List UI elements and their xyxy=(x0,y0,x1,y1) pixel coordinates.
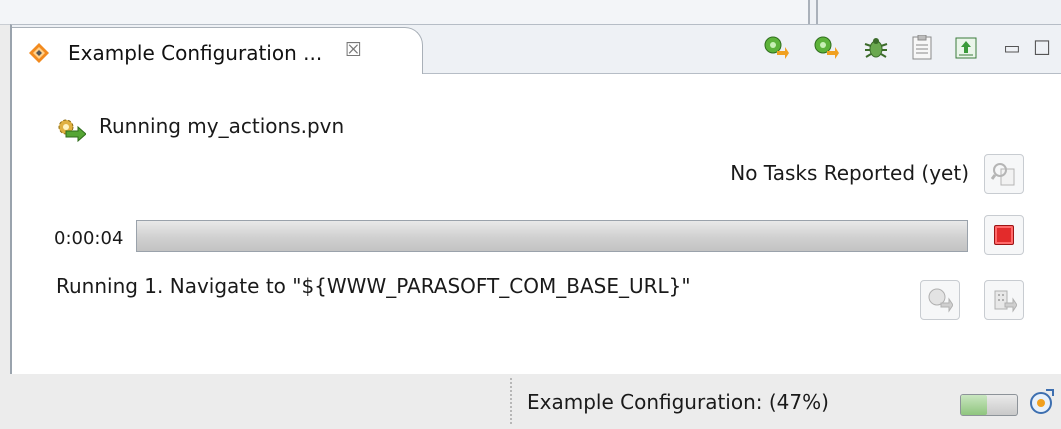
run-progress-fill xyxy=(137,221,967,251)
run-icon[interactable] xyxy=(762,34,790,62)
debug-icon[interactable] xyxy=(862,34,890,62)
elapsed-time: 0:00:04 xyxy=(54,228,124,249)
run-alt-icon[interactable] xyxy=(812,34,840,62)
maximize-icon[interactable]: ☐ xyxy=(1028,34,1056,62)
step-skip-icon xyxy=(994,290,1017,313)
step-run-button[interactable] xyxy=(920,280,960,320)
running-file-label: Running my_actions.pvn xyxy=(99,114,345,138)
tab-title: Example Configuration ... xyxy=(68,41,323,65)
step-skip-button[interactable] xyxy=(984,280,1024,320)
running-gear-icon xyxy=(58,119,86,143)
status-progress-fill xyxy=(961,395,988,415)
step-run-icon xyxy=(928,288,953,313)
parasoft-diamond-icon xyxy=(29,43,49,63)
status-progress-bar[interactable] xyxy=(960,394,1018,416)
status-bar: Example Configuration: (47%) xyxy=(0,374,1061,429)
view-tasks-button[interactable] xyxy=(984,154,1024,194)
report-icon[interactable] xyxy=(908,34,936,62)
top-editor-strip xyxy=(0,0,1061,25)
view-tab-bar: Example Configuration ... ☒ ▭ ☐ xyxy=(12,25,1061,74)
minimize-icon[interactable]: ▭ xyxy=(998,34,1026,62)
background-activity-icon[interactable] xyxy=(1026,387,1056,417)
stop-icon xyxy=(994,225,1014,245)
magnifier-report-icon xyxy=(991,163,1015,186)
tab-example-configuration[interactable]: Example Configuration ... ☒ xyxy=(12,27,423,74)
stop-button[interactable] xyxy=(984,215,1024,255)
test-progress-view: Example Configuration ... ☒ ▭ ☐ Running … xyxy=(10,24,1061,375)
current-step-text: Running 1. Navigate to "${WWW_PARASOFT_C… xyxy=(56,274,691,298)
run-progress-bar xyxy=(136,220,968,252)
status-progress-label: Example Configuration: (47%) xyxy=(527,390,829,414)
status-separator xyxy=(510,378,512,424)
top-divider-right xyxy=(816,0,818,24)
top-divider-left xyxy=(0,0,810,24)
export-icon[interactable] xyxy=(952,34,980,62)
tab-close-icon[interactable]: ☒ xyxy=(345,39,362,61)
tasks-status-label: No Tasks Reported (yet) xyxy=(730,161,969,185)
